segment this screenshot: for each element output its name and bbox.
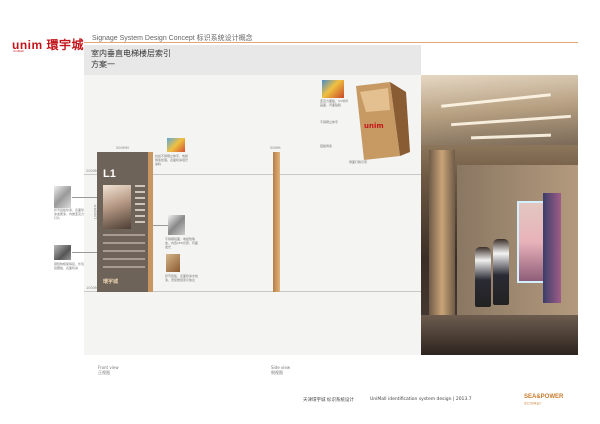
callout-right-3: 铝板烤漆	[320, 144, 333, 148]
header-rule	[84, 42, 578, 43]
callout-left-lower: 钢结构框架焊接，外包铝塑板，表面喷涂	[54, 262, 85, 270]
material-swatch-left-lower	[54, 245, 71, 260]
material-swatch-left-upper	[54, 186, 71, 208]
directory-rows-upper	[135, 185, 145, 227]
material-swatch-center-lower	[166, 254, 180, 272]
model-poster-image	[103, 185, 131, 229]
material-swatch-top	[167, 138, 185, 152]
floor-label: L1	[103, 168, 116, 180]
render-person-2	[493, 239, 509, 305]
render-floor	[421, 315, 578, 355]
material-swatch-center	[168, 215, 185, 235]
leader-center	[153, 225, 168, 226]
callout-right-bottom: 侧面灯箱示意	[349, 160, 368, 164]
callout-right-1: 亚克力面板，UV喷印画面，背面贴膜	[320, 99, 349, 107]
mall-interior-render	[421, 75, 578, 355]
callout-center-lower: 折弯铝板，表面喷涂木纹漆，安装楼层索引信息	[165, 274, 199, 282]
render-pillar-sign	[543, 193, 561, 303]
dim-label-width: 500MM	[116, 146, 129, 150]
front-view-label-cn: 正视图	[98, 370, 110, 375]
footer-project-en: UniMall identification system design | 2…	[370, 397, 472, 402]
callout-top-center: 拉丝不锈钢立体字，电镀烤漆处理，表面喷涂哑光涂料	[155, 154, 189, 166]
front-view-sign: L1 環宇城	[97, 152, 153, 292]
svg-text:unim: unim	[364, 122, 384, 130]
render-person-1	[475, 247, 491, 307]
leader-left-upper	[72, 197, 97, 198]
sign-brand-mark: 環宇城	[103, 279, 119, 285]
side-view-sign	[273, 152, 280, 292]
section-title: 室内垂直电梯楼层索引	[91, 49, 171, 58]
footer-project-cn: 天津環宇城 标识系统设计	[303, 398, 354, 403]
footer-designer-sub: 海之力形象设计	[524, 402, 542, 405]
material-swatch-right-top	[322, 80, 344, 98]
dim-label-side: 50MM	[270, 146, 281, 150]
callout-center: 不锈钢镜面，电镀玫瑰金，内置LED光源，背面发光	[165, 237, 198, 249]
section-subtitle: 方案一	[91, 60, 115, 69]
brand-logo-sub: UniMall	[13, 49, 25, 53]
directory-rows-lower	[103, 234, 145, 274]
callout-left-upper: 折弯铝板喷漆，表面喷涂金属漆，内嵌亚克力灯片	[54, 208, 85, 220]
footer-designer-logo: SEA&POWER	[524, 394, 564, 400]
leader-left-lower	[72, 252, 97, 253]
callout-right-2: 不锈钢立体字	[320, 120, 339, 124]
sign-3d-model: unim	[356, 82, 410, 160]
side-view-label-cn: 侧视图	[271, 370, 283, 375]
